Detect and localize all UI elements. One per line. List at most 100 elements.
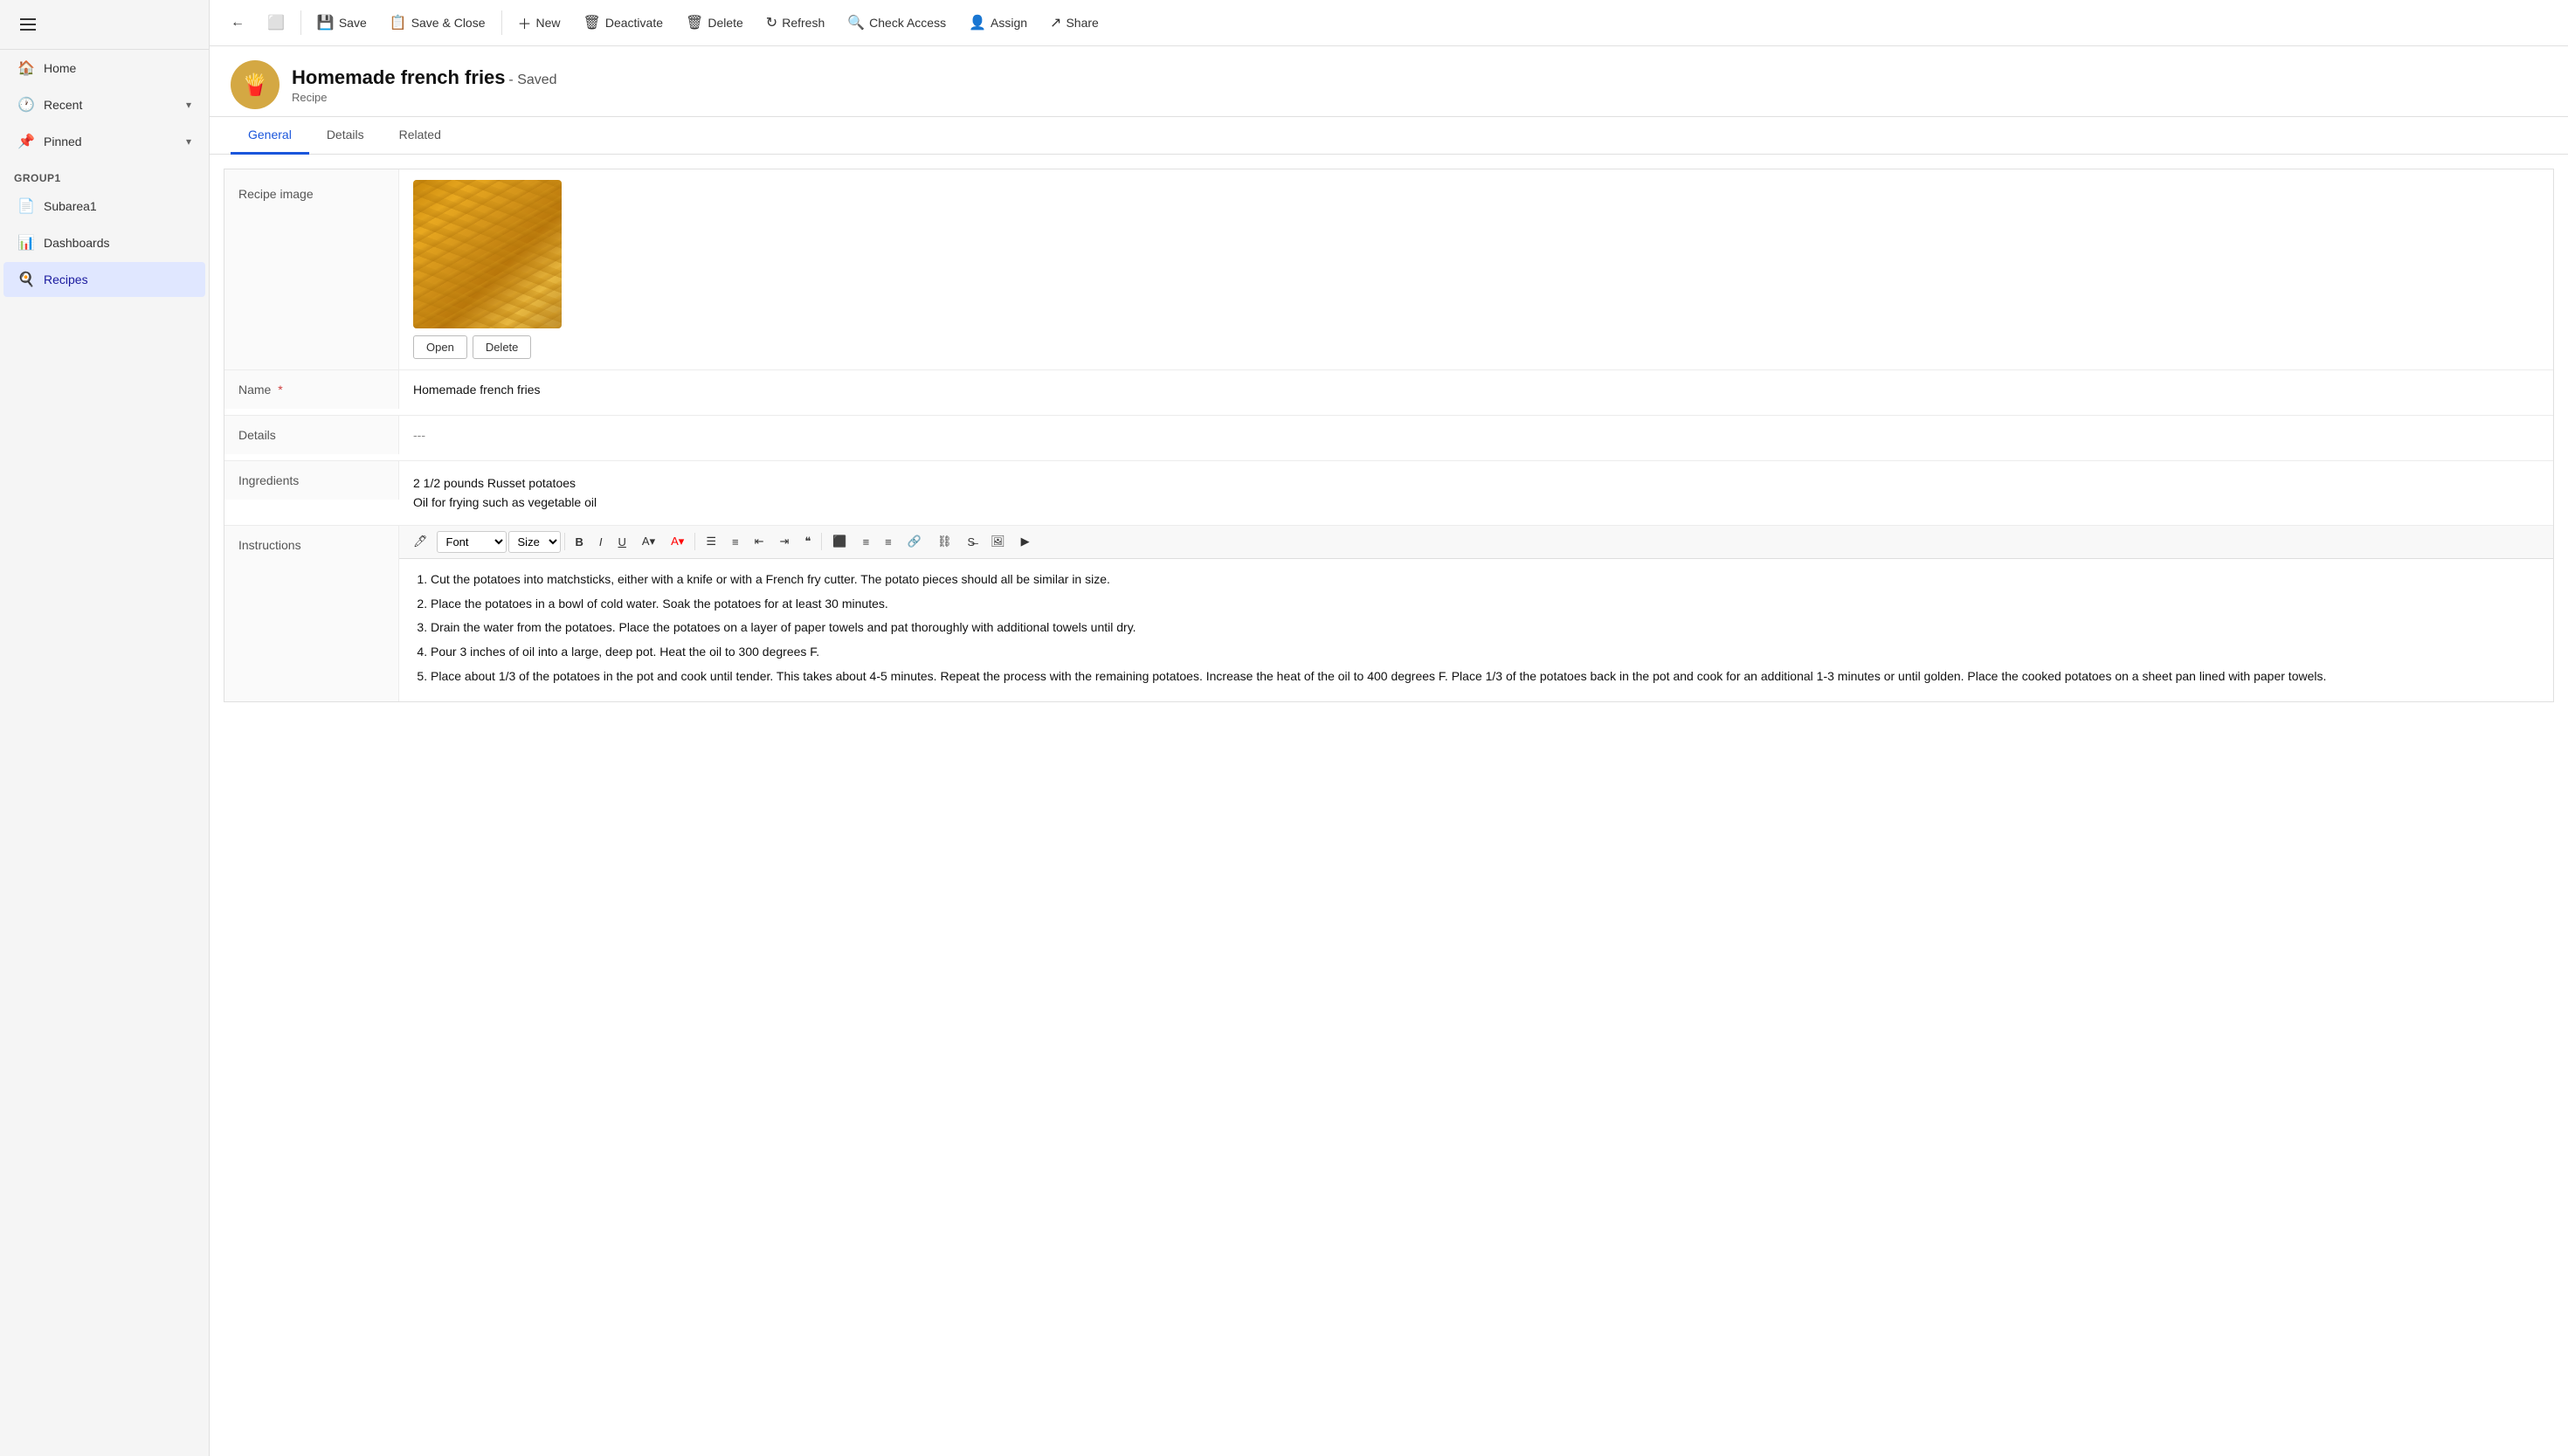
new-label: New xyxy=(536,16,561,30)
name-label: Name * xyxy=(224,370,399,409)
main-content: ← ⬜ 💾 Save 📋 Save & Close ＋ New 🗑 Deacti… xyxy=(210,0,2568,1456)
ingredients-line1: 2 1/2 pounds Russet potatoes xyxy=(413,473,2539,493)
rt-bullet-list[interactable]: ☰ xyxy=(699,531,723,552)
rt-insert-link[interactable]: 🔗 xyxy=(901,531,928,552)
rt-increase-indent[interactable]: ⇥ xyxy=(772,531,796,552)
share-label: Share xyxy=(1066,16,1098,30)
back-button[interactable]: ← xyxy=(220,10,255,36)
rt-clear-formatting[interactable]: 🖊 xyxy=(406,531,435,552)
tab-general[interactable]: General xyxy=(231,117,309,155)
form-section: Recipe image Open Delete Name * Homemade… xyxy=(224,169,2554,702)
deactivate-label: Deactivate xyxy=(605,16,663,30)
sidebar-item-dashboards-label: Dashboards xyxy=(44,236,110,250)
deactivate-button[interactable]: 🗑 Deactivate xyxy=(573,9,673,37)
toolbar-divider-1 xyxy=(300,10,301,35)
delete-button[interactable]: 🗑 Delete xyxy=(675,9,754,37)
record-header: 🍟 Homemade french fries - Saved Recipe xyxy=(210,46,2568,117)
rt-divider-3 xyxy=(821,533,822,550)
sidebar-item-subarea1-label: Subarea1 xyxy=(44,199,97,213)
tabs: General Details Related xyxy=(210,117,2568,155)
open-button[interactable]: ⬜ xyxy=(257,9,295,37)
rt-align-center[interactable]: ≡ xyxy=(856,532,877,552)
sidebar-item-dashboards[interactable]: 📊 Dashboards xyxy=(3,225,205,260)
recent-icon: 🕐 xyxy=(17,96,35,114)
refresh-button[interactable]: ↻ Refresh xyxy=(756,9,835,37)
rt-highlight[interactable]: A▾ xyxy=(635,531,662,552)
rt-numbered-list[interactable]: ≡ xyxy=(725,532,746,552)
record-title: Homemade french fries xyxy=(292,66,506,88)
new-button[interactable]: ＋ New xyxy=(507,7,571,38)
rt-underline[interactable]: U xyxy=(611,532,633,552)
assign-button[interactable]: 👤 Assign xyxy=(958,9,1038,37)
sidebar-item-recent-label: Recent xyxy=(44,98,82,112)
sidebar: 🏠 Home 🕐 Recent ▾ 📌 Pinned ▾ Group1 📄 Su… xyxy=(0,0,210,1456)
image-content: Open Delete xyxy=(399,169,2553,369)
assign-icon: 👤 xyxy=(969,14,986,31)
rt-align-right[interactable]: ≡ xyxy=(878,532,899,552)
record-status: - Saved xyxy=(508,72,556,87)
recipes-icon: 🍳 xyxy=(17,271,35,288)
image-delete-button[interactable]: Delete xyxy=(473,335,532,359)
subarea1-icon: 📄 xyxy=(17,197,35,215)
rt-remove-link[interactable]: ⛓ xyxy=(930,531,959,552)
image-open-button[interactable]: Open xyxy=(413,335,467,359)
record-title-line: Homemade french fries - Saved xyxy=(292,66,557,89)
new-icon: ＋ xyxy=(518,12,532,33)
instruction-2: Place the potatoes in a bowl of cold wat… xyxy=(431,594,2539,615)
rt-font-select[interactable]: Font xyxy=(437,531,507,553)
tab-related[interactable]: Related xyxy=(382,117,459,155)
rt-insert-image[interactable]: 🖼 xyxy=(984,531,1012,552)
pinned-icon: 📌 xyxy=(17,133,35,150)
rt-bold[interactable]: B xyxy=(569,532,590,552)
sidebar-group-label: Group1 xyxy=(0,160,209,188)
record-subtitle: Recipe xyxy=(292,91,557,104)
ingredients-value[interactable]: 2 1/2 pounds Russet potatoes Oil for fry… xyxy=(399,461,2553,525)
rt-strikethrough[interactable]: S̶ xyxy=(960,532,982,552)
share-button[interactable]: ↗ Share xyxy=(1039,9,1109,37)
details-row: Details --- xyxy=(224,416,2553,461)
details-label: Details xyxy=(224,416,399,454)
ingredients-row: Ingredients 2 1/2 pounds Russet potatoes… xyxy=(224,461,2553,526)
assign-label: Assign xyxy=(991,16,1027,30)
instructions-label: Instructions xyxy=(224,526,399,701)
refresh-label: Refresh xyxy=(782,16,825,30)
rt-font-color[interactable]: A▾ xyxy=(664,531,691,552)
hamburger-menu[interactable] xyxy=(14,10,42,38)
sidebar-item-subarea1[interactable]: 📄 Subarea1 xyxy=(3,189,205,224)
toolbar-divider-2 xyxy=(501,10,502,35)
rt-size-select[interactable]: Size xyxy=(508,531,561,553)
home-icon: 🏠 xyxy=(17,59,35,77)
instructions-row: Instructions 🖊 Font Size B I xyxy=(224,526,2553,701)
recent-expand-icon: ▾ xyxy=(186,99,191,111)
sidebar-item-pinned-label: Pinned xyxy=(44,135,82,148)
rt-divider-1 xyxy=(564,533,565,550)
rt-blockquote[interactable]: ❝ xyxy=(797,531,818,552)
instructions-content[interactable]: Cut the potatoes into matchsticks, eithe… xyxy=(399,559,2553,701)
rt-more[interactable]: ▶ xyxy=(1014,531,1037,552)
ingredients-label: Ingredients xyxy=(224,461,399,500)
sidebar-item-home[interactable]: 🏠 Home xyxy=(3,51,205,86)
delete-label: Delete xyxy=(708,16,742,30)
ingredients-line2: Oil for frying such as vegetable oil xyxy=(413,493,2539,512)
rt-italic[interactable]: I xyxy=(592,532,610,552)
details-value[interactable]: --- xyxy=(399,416,2553,454)
save-close-button[interactable]: 📋 Save & Close xyxy=(379,9,496,37)
sidebar-item-recipes[interactable]: 🍳 Recipes xyxy=(3,262,205,297)
instruction-3: Drain the water from the potatoes. Place… xyxy=(431,618,2539,638)
rt-decrease-indent[interactable]: ⇤ xyxy=(748,531,771,552)
tab-details[interactable]: Details xyxy=(309,117,382,155)
rt-align-left[interactable]: ⬛ xyxy=(825,531,853,552)
check-access-button[interactable]: 🔍 Check Access xyxy=(837,9,956,37)
sidebar-item-pinned[interactable]: 📌 Pinned ▾ xyxy=(3,124,205,159)
save-button[interactable]: 💾 Save xyxy=(307,9,377,37)
sidebar-item-recipes-label: Recipes xyxy=(44,273,88,286)
deactivate-icon: 🗑 xyxy=(583,14,601,31)
dashboards-icon: 📊 xyxy=(17,234,35,252)
avatar: 🍟 xyxy=(231,60,280,109)
back-icon: ← xyxy=(231,15,245,31)
sidebar-item-recent[interactable]: 🕐 Recent ▾ xyxy=(3,87,205,122)
instruction-4: Pour 3 inches of oil into a large, deep … xyxy=(431,642,2539,663)
check-access-icon: 🔍 xyxy=(847,14,865,31)
name-value[interactable]: Homemade french fries xyxy=(399,370,2553,409)
sidebar-header xyxy=(0,0,209,50)
